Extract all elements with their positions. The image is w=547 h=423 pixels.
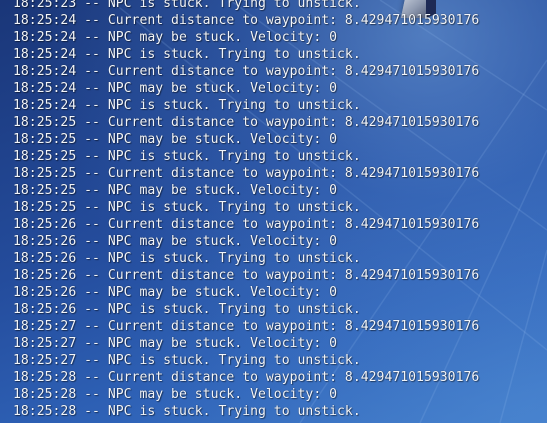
log-line: 18:25:24 -- Current distance to waypoint… — [13, 64, 480, 79]
log-line: 18:25:24 -- NPC is stuck. Trying to unst… — [13, 98, 361, 113]
log-line: 18:25:24 -- Current distance to waypoint… — [13, 13, 480, 28]
log-line: 18:25:25 -- NPC may be stuck. Velocity: … — [13, 183, 338, 198]
log-line: 18:25:26 -- NPC is stuck. Trying to unst… — [13, 251, 361, 266]
log-line: 18:25:24 -- NPC may be stuck. Velocity: … — [13, 81, 338, 96]
log-line: 18:25:24 -- NPC is stuck. Trying to unst… — [13, 47, 361, 62]
log-line: 18:25:26 -- NPC may be stuck. Velocity: … — [13, 234, 338, 249]
log-line: 18:25:25 -- Current distance to waypoint… — [13, 166, 480, 181]
log-line: 18:25:26 -- NPC may be stuck. Velocity: … — [13, 285, 338, 300]
console-log: 18:25:23 -- NPC is stuck. Trying to unst… — [0, 0, 547, 420]
log-line: 18:25:27 -- NPC is stuck. Trying to unst… — [13, 353, 361, 368]
log-line: 18:25:28 -- NPC may be stuck. Velocity: … — [13, 387, 338, 402]
log-line: 18:25:25 -- NPC is stuck. Trying to unst… — [13, 200, 361, 215]
log-line: 18:25:25 -- NPC is stuck. Trying to unst… — [13, 149, 361, 164]
log-line: 18:25:25 -- NPC may be stuck. Velocity: … — [13, 132, 338, 147]
log-line: 18:25:28 -- NPC is stuck. Trying to unst… — [13, 404, 361, 419]
log-line: 18:25:26 -- NPC is stuck. Trying to unst… — [13, 302, 361, 317]
log-line: 18:25:26 -- Current distance to waypoint… — [13, 217, 480, 232]
log-line: 18:25:27 -- Current distance to waypoint… — [13, 319, 480, 334]
log-line: 18:25:23 -- NPC is stuck. Trying to unst… — [13, 0, 361, 11]
log-line: 18:25:24 -- NPC may be stuck. Velocity: … — [13, 30, 338, 45]
log-line: 18:25:28 -- Current distance to waypoint… — [13, 370, 480, 385]
log-line: 18:25:25 -- Current distance to waypoint… — [13, 115, 480, 130]
log-line: 18:25:27 -- NPC may be stuck. Velocity: … — [13, 336, 338, 351]
log-line: 18:25:26 -- Current distance to waypoint… — [13, 268, 480, 283]
